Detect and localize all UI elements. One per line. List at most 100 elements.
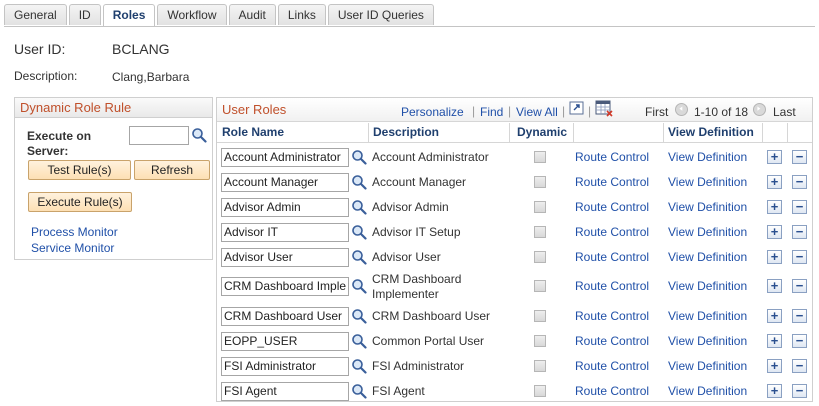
view-definition-link[interactable]: View Definition [668, 200, 747, 214]
delete-row-button[interactable]: − [792, 309, 807, 323]
col-description[interactable]: Description [373, 125, 439, 139]
add-row-button[interactable]: + [767, 225, 782, 239]
view-all-link[interactable]: View All [516, 105, 558, 119]
view-definition-link[interactable]: View Definition [668, 279, 747, 293]
tab-workflow[interactable]: Workflow [157, 4, 227, 25]
route-control-link[interactable]: Route Control [575, 225, 649, 239]
route-control-link[interactable]: Route Control [575, 334, 649, 348]
role-name-input[interactable]: CRM Dashboard Imple [221, 277, 349, 296]
server-input[interactable] [129, 126, 189, 145]
dynamic-checkbox [534, 360, 546, 372]
delete-row-button[interactable]: − [792, 359, 807, 373]
role-name-input[interactable]: FSI Agent [221, 382, 349, 401]
add-row-button[interactable]: + [767, 175, 782, 189]
dynamic-checkbox [534, 226, 546, 238]
role-name-input[interactable]: Account Manager [221, 173, 349, 192]
role-description: CRM Dashboard Implementer [372, 272, 461, 302]
next-arrow-icon[interactable] [753, 103, 766, 116]
zoom-icon[interactable] [569, 101, 585, 116]
route-control-link[interactable]: Route Control [575, 384, 649, 398]
role-name-input[interactable]: Account Administrator [221, 148, 349, 167]
delete-row-button[interactable]: − [792, 384, 807, 398]
role-name-input[interactable]: Advisor Admin [221, 198, 349, 217]
magnifier-icon[interactable] [351, 149, 367, 165]
col-role-name[interactable]: Role Name [222, 125, 284, 139]
delete-row-button[interactable]: − [792, 150, 807, 164]
magnifier-icon[interactable] [351, 174, 367, 190]
delete-row-button[interactable]: − [792, 250, 807, 264]
view-definition-link[interactable]: View Definition [668, 250, 747, 264]
route-control-link[interactable]: Route Control [575, 175, 649, 189]
execute-rules-button[interactable]: Execute Rule(s) [28, 192, 132, 212]
spreadsheet-icon[interactable] [595, 100, 613, 117]
execute-on-server-label: Execute on Server: [27, 129, 92, 158]
role-description-line1: CRM Dashboard [372, 272, 462, 286]
dynamic-checkbox [534, 151, 546, 163]
delete-row-button[interactable]: − [792, 279, 807, 293]
col-dynamic[interactable]: Dynamic [517, 125, 567, 139]
view-definition-link[interactable]: View Definition [668, 175, 747, 189]
delete-row-button[interactable]: − [792, 200, 807, 214]
view-definition-link[interactable]: View Definition [668, 309, 747, 323]
route-control-link[interactable]: Route Control [575, 359, 649, 373]
dynamic-role-rule-title: Dynamic Role Rule [15, 98, 212, 118]
role-name-input[interactable]: EOPP_USER [221, 332, 349, 351]
view-definition-link[interactable]: View Definition [668, 384, 747, 398]
dynamic-checkbox [534, 176, 546, 188]
tab-id[interactable]: ID [68, 4, 101, 25]
view-definition-link[interactable]: View Definition [668, 334, 747, 348]
magnifier-icon[interactable] [351, 308, 367, 324]
magnifier-icon[interactable] [351, 383, 367, 399]
process-monitor-link[interactable]: Process Monitor [31, 225, 118, 239]
role-name-input[interactable]: Advisor User [221, 248, 349, 267]
role-name-input[interactable]: FSI Administrator [221, 357, 349, 376]
tab-divider [4, 26, 815, 27]
add-row-button[interactable]: + [767, 279, 782, 293]
magnifier-icon[interactable] [351, 199, 367, 215]
delete-row-button[interactable]: − [792, 334, 807, 348]
route-control-link[interactable]: Route Control [575, 150, 649, 164]
magnifier-icon[interactable] [351, 278, 367, 294]
add-row-button[interactable]: + [767, 150, 782, 164]
magnifier-icon[interactable] [351, 333, 367, 349]
table-row: FSI Agent FSI Agent Route Control View Defi… [217, 379, 812, 404]
personalize-link[interactable]: Personalize [401, 105, 464, 119]
route-control-link[interactable]: Route Control [575, 250, 649, 264]
tab-general[interactable]: General [4, 4, 67, 25]
add-row-button[interactable]: + [767, 359, 782, 373]
add-row-button[interactable]: + [767, 250, 782, 264]
previous-arrow-icon[interactable] [675, 103, 688, 116]
magnifier-icon[interactable] [351, 224, 367, 240]
add-row-button[interactable]: + [767, 309, 782, 323]
role-name-input[interactable]: CRM Dashboard User [221, 307, 349, 326]
delete-row-button[interactable]: − [792, 225, 807, 239]
add-row-button[interactable]: + [767, 200, 782, 214]
add-row-button[interactable]: + [767, 384, 782, 398]
add-row-button[interactable]: + [767, 334, 782, 348]
test-rules-button[interactable]: Test Rule(s) [28, 160, 131, 180]
table-row: Account Manager Account Manager Route Cont… [217, 170, 812, 195]
tab-roles[interactable]: Roles [102, 4, 156, 26]
magnifier-icon[interactable] [351, 249, 367, 265]
separator: | [588, 104, 592, 118]
route-control-link[interactable]: Route Control [575, 200, 649, 214]
refresh-button[interactable]: Refresh [134, 160, 210, 180]
find-link[interactable]: Find [480, 105, 503, 119]
service-monitor-link[interactable]: Service Monitor [31, 241, 114, 255]
magnifier-icon[interactable] [351, 358, 367, 374]
role-description: Advisor IT Setup [372, 225, 461, 239]
magnifier-icon[interactable] [191, 127, 207, 143]
tab-links[interactable]: Links [277, 4, 326, 25]
view-definition-link[interactable]: View Definition [668, 225, 747, 239]
tab-user-id-queries[interactable]: User ID Queries [327, 4, 434, 25]
view-definition-link[interactable]: View Definition [668, 150, 747, 164]
route-control-link[interactable]: Route Control [575, 309, 649, 323]
delete-row-button[interactable]: − [792, 175, 807, 189]
role-description: Advisor User [372, 250, 441, 264]
column-divider [787, 123, 788, 143]
tab-audit[interactable]: Audit [228, 4, 276, 25]
dynamic-checkbox [534, 310, 546, 322]
role-name-input[interactable]: Advisor IT [221, 223, 349, 242]
route-control-link[interactable]: Route Control [575, 279, 649, 293]
view-definition-link[interactable]: View Definition [668, 359, 747, 373]
